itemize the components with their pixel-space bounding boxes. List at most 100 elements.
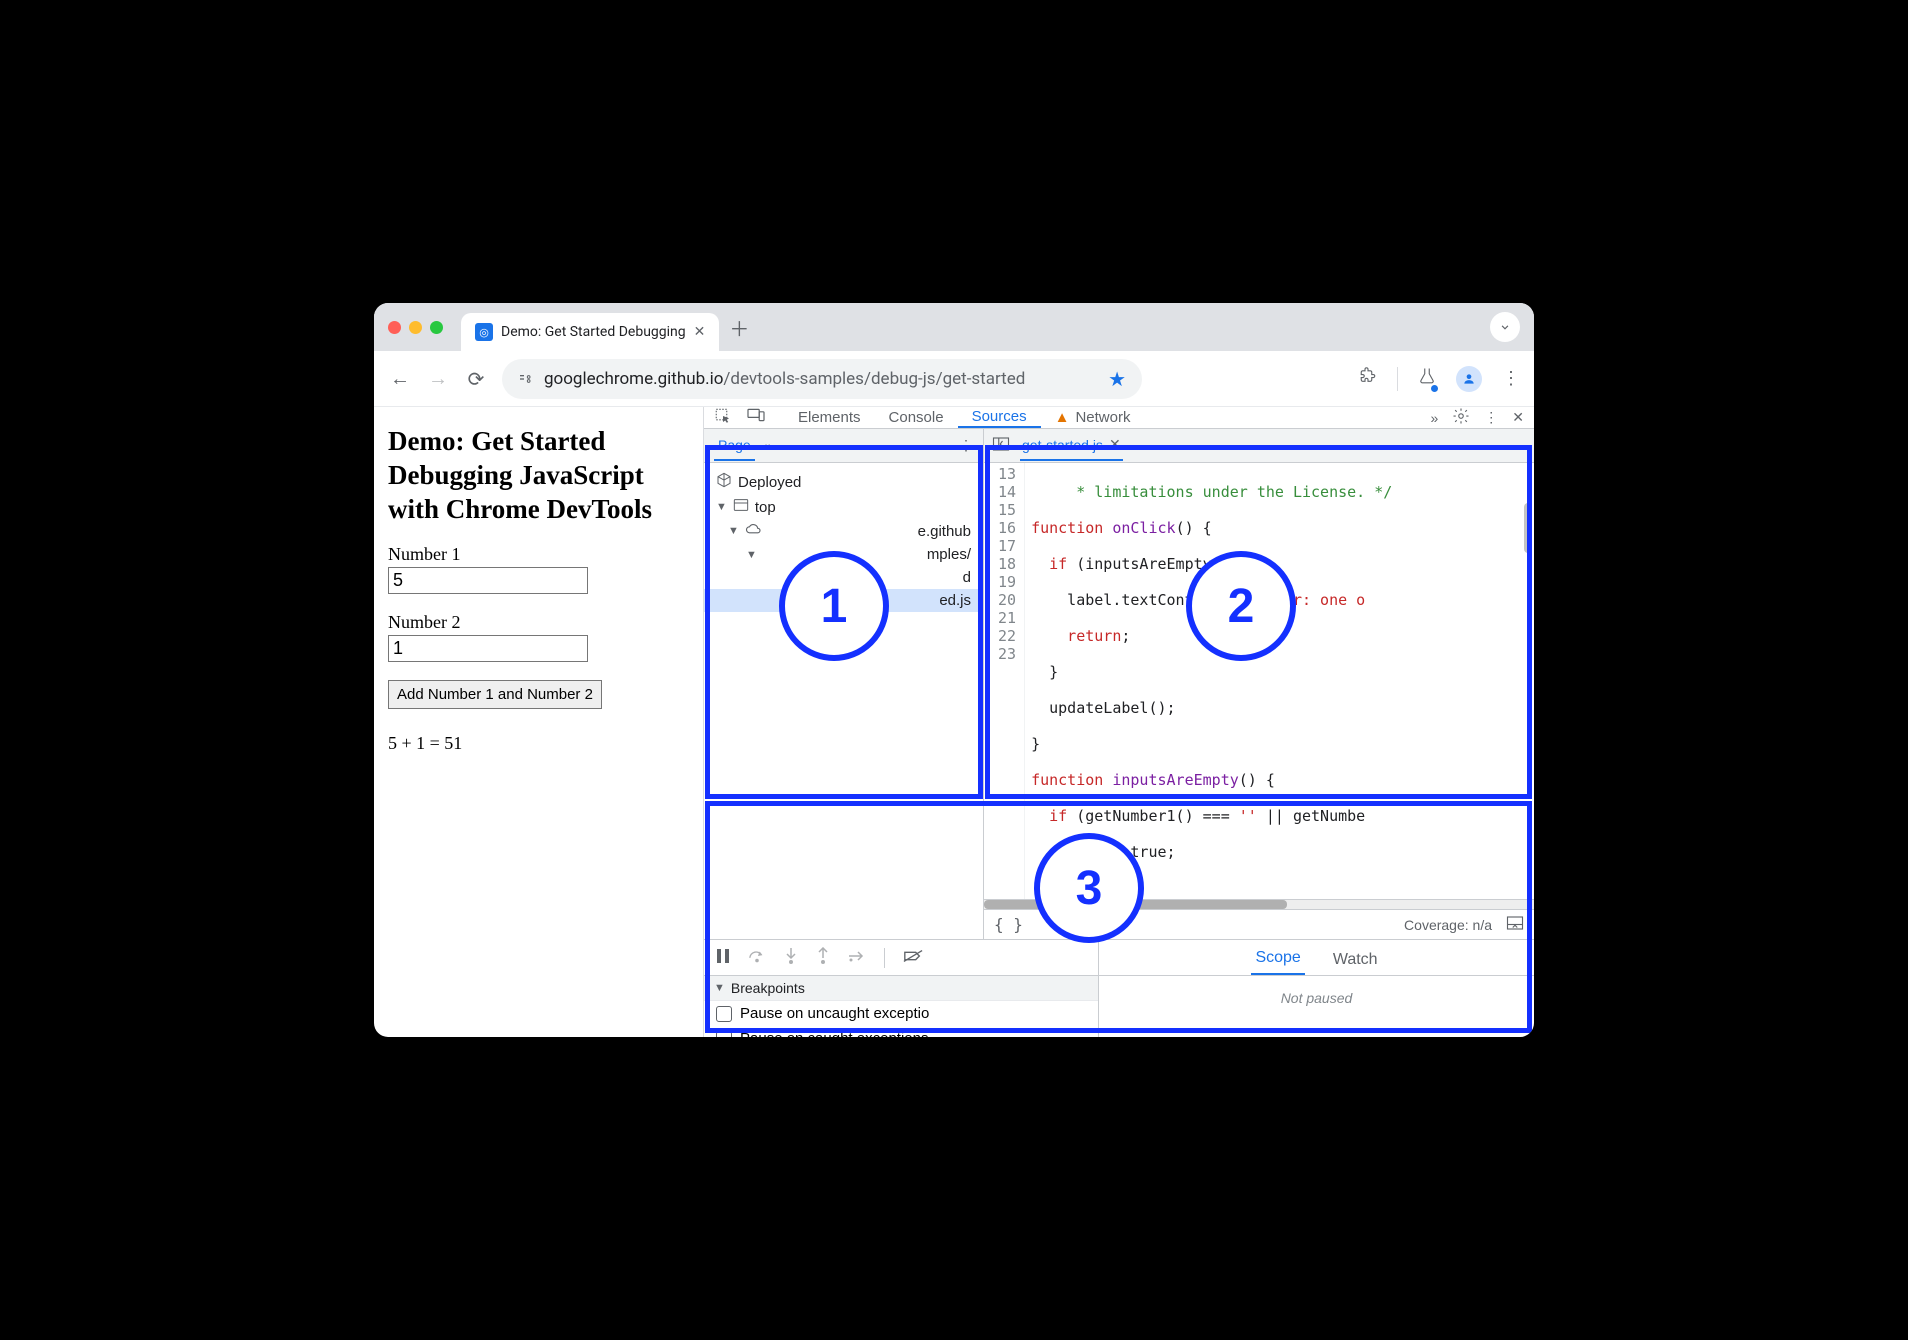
pause-uncaught-row[interactable]: Pause on uncaught exceptio (704, 1001, 1098, 1026)
page-heading: Demo: Get Started Debugging JavaScript w… (388, 425, 689, 526)
settings-gear-icon[interactable] (1452, 407, 1470, 428)
traffic-lights (388, 321, 443, 334)
browser-tab[interactable]: ◎ Demo: Get Started Debugging ✕ (461, 313, 719, 351)
new-tab-button[interactable]: ＋ (729, 313, 749, 342)
subtab-page[interactable]: Page (714, 431, 755, 461)
profile-avatar[interactable] (1456, 366, 1482, 392)
tree-domain[interactable]: ▼ e.github (704, 519, 983, 543)
line-gutter: 1314151617181920212223 (984, 463, 1025, 899)
editor-status-bar: { } Coverage: n/a (984, 909, 1534, 939)
scope-watch-tabs: Scope Watch (1099, 940, 1534, 976)
tab-elements[interactable]: Elements (784, 407, 875, 428)
tab-favicon: ◎ (475, 323, 493, 341)
zoom-window-button[interactable] (430, 321, 443, 334)
pretty-print-icon[interactable]: { } (994, 915, 1023, 934)
editor-hscroll[interactable] (984, 899, 1534, 909)
tree-label: e.github (918, 523, 971, 540)
cloud-icon (745, 522, 763, 540)
file-tree: Deployed ▼ top ▼ e.github (704, 463, 983, 618)
debugger-left: ▼Breakpoints Pause on uncaught exceptio … (704, 940, 1099, 1037)
bookmark-star-icon[interactable]: ★ (1108, 367, 1126, 391)
tree-file-js[interactable]: ed.js (704, 589, 983, 612)
inspect-element-icon[interactable] (714, 407, 732, 428)
sources-body: Page » ⋮ Deployed ▼ top (704, 429, 1534, 939)
coverage-text: Coverage: n/a (1404, 917, 1492, 933)
number1-input[interactable] (388, 567, 588, 594)
step-over-icon[interactable] (748, 948, 766, 967)
tab-title: Demo: Get Started Debugging (501, 324, 686, 340)
number2-label: Number 2 (388, 612, 689, 633)
checkbox-icon[interactable] (716, 1031, 732, 1038)
scope-not-paused: Not paused (1099, 976, 1534, 1012)
add-button[interactable]: Add Number 1 and Number 2 (388, 680, 602, 709)
window-titlebar: ◎ Demo: Get Started Debugging ✕ ＋ (374, 303, 1534, 351)
file-tab-label: get-started.js (1022, 437, 1103, 453)
chrome-menu-icon[interactable]: ⋮ (1502, 368, 1520, 389)
editor-vscroll[interactable] (1524, 503, 1532, 553)
tree-label: Deployed (738, 474, 801, 491)
navigator-menu-icon[interactable]: ⋮ (959, 437, 973, 454)
tabs-dropdown-button[interactable] (1490, 312, 1520, 342)
reload-button[interactable]: ⟳ (464, 367, 488, 391)
tab-sources[interactable]: Sources (958, 407, 1041, 428)
close-tab-icon[interactable]: ✕ (694, 324, 706, 340)
close-devtools-icon[interactable]: ✕ (1512, 409, 1524, 426)
checkbox-icon[interactable] (716, 1006, 732, 1022)
site-info-icon[interactable] (518, 372, 534, 386)
pause-button[interactable] (716, 948, 730, 967)
toggle-debugger-icon[interactable] (1506, 915, 1524, 934)
navigator-pane: Page » ⋮ Deployed ▼ top (704, 429, 984, 939)
more-subtabs-icon[interactable]: » (765, 438, 773, 454)
controls-separator (884, 948, 885, 968)
number2-input[interactable] (388, 635, 588, 662)
tree-top[interactable]: ▼ top (704, 495, 983, 519)
tab-watch[interactable]: Watch (1329, 945, 1382, 975)
breakpoints-header[interactable]: ▼Breakpoints (704, 976, 1098, 1001)
code-editor[interactable]: 1314151617181920212223 * limitations und… (984, 463, 1534, 899)
tab-scope[interactable]: Scope (1251, 943, 1304, 975)
editor-file-tabs: get-started.js ✕ (984, 429, 1534, 463)
minimize-window-button[interactable] (409, 321, 422, 334)
more-tabs-icon[interactable]: » (1430, 410, 1438, 426)
cube-icon (716, 472, 732, 492)
close-file-icon[interactable]: ✕ (1109, 436, 1121, 453)
url-text: googlechrome.github.io/devtools-samples/… (544, 369, 1025, 389)
chevron-down-icon (1498, 320, 1512, 334)
warning-icon: ▲ (1055, 409, 1070, 426)
demo-page: Demo: Get Started Debugging JavaScript w… (374, 407, 704, 1037)
device-toolbar-icon[interactable] (746, 407, 766, 428)
tree-label: ed.js (939, 592, 971, 609)
tree-file-html[interactable]: d (704, 566, 983, 589)
deactivate-breakpoints-icon[interactable] (903, 948, 923, 967)
tab-network[interactable]: ▲Network (1041, 407, 1145, 428)
toggle-navigator-icon[interactable] (992, 436, 1010, 455)
step-out-icon[interactable] (816, 947, 830, 968)
step-into-icon[interactable] (784, 947, 798, 968)
navigator-subtabs: Page » ⋮ (704, 429, 983, 463)
debugger-controls (704, 940, 1098, 976)
tab-console[interactable]: Console (875, 407, 958, 428)
tree-label: top (755, 499, 776, 516)
editor-pane: get-started.js ✕ 1314151617181920212223 … (984, 429, 1534, 939)
back-button[interactable]: ← (388, 366, 412, 391)
step-icon[interactable] (848, 949, 866, 966)
extensions-icon[interactable] (1359, 367, 1377, 390)
tree-label: d (963, 569, 971, 586)
debugger-pane: ▼Breakpoints Pause on uncaught exceptio … (704, 939, 1534, 1037)
labs-icon[interactable] (1418, 367, 1436, 390)
address-bar[interactable]: googlechrome.github.io/devtools-samples/… (502, 359, 1142, 399)
caret-down-icon: ▼ (746, 549, 757, 561)
code-lines: * limitations under the License. */ func… (1025, 463, 1534, 899)
pause-caught-row[interactable]: Pause on caught exceptions (704, 1026, 1098, 1037)
tree-folder[interactable]: ▼ mples/ (704, 543, 983, 566)
file-tab-active[interactable]: get-started.js ✕ (1020, 430, 1123, 461)
close-window-button[interactable] (388, 321, 401, 334)
devtools-menu-icon[interactable]: ⋮ (1484, 409, 1498, 426)
tree-label: mples/ (927, 546, 971, 563)
result-text: 5 + 1 = 51 (388, 733, 689, 754)
toolbar-right-icons: ⋮ (1359, 366, 1520, 392)
forward-button[interactable]: → (426, 366, 450, 391)
content-area: Demo: Get Started Debugging JavaScript w… (374, 407, 1534, 1037)
tree-deployed[interactable]: Deployed (704, 469, 983, 495)
browser-toolbar: ← → ⟳ googlechrome.github.io/devtools-sa… (374, 351, 1534, 407)
